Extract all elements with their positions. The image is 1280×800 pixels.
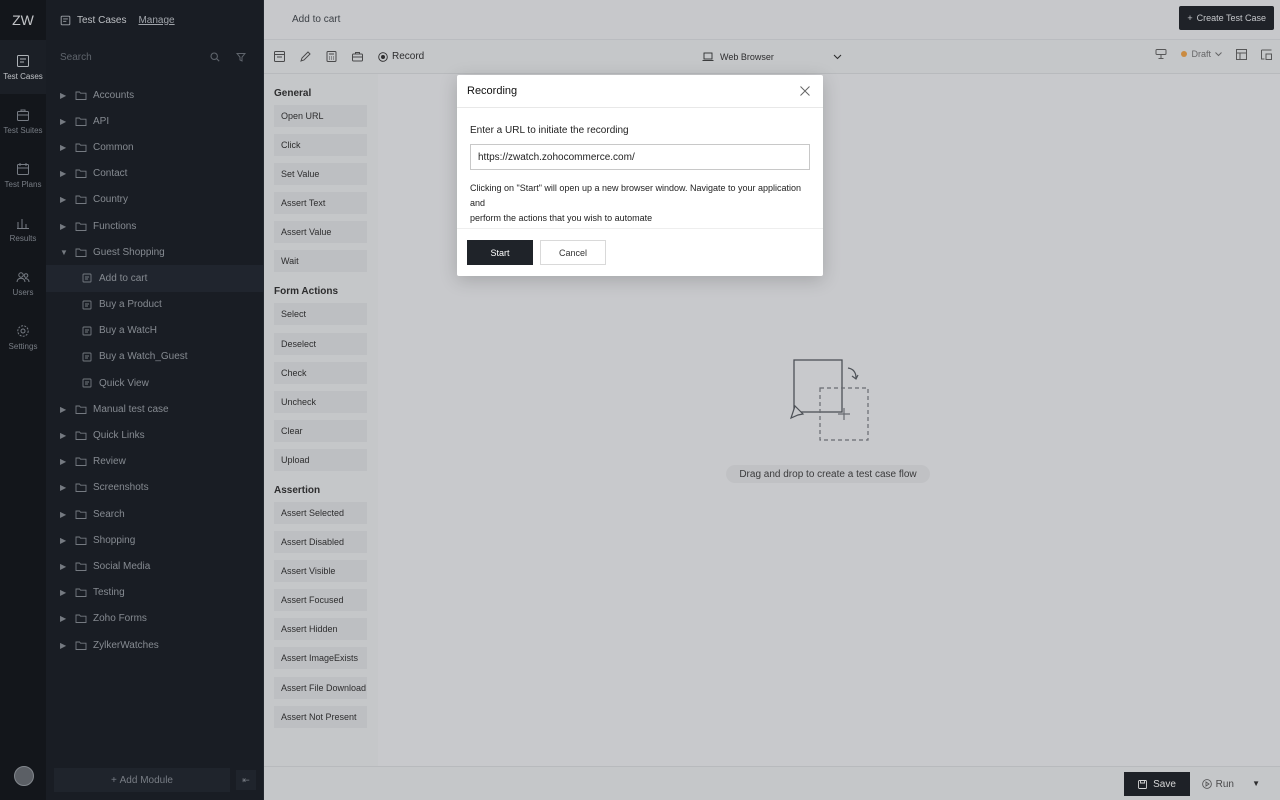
recording-dialog: Recording Enter a URL to initiate the re… bbox=[457, 75, 823, 276]
help-line: perform the actions that you wish to aut… bbox=[470, 213, 653, 223]
dialog-header: Recording bbox=[457, 75, 823, 108]
close-icon[interactable] bbox=[799, 85, 811, 97]
dialog-body: Enter a URL to initiate the recording Cl… bbox=[457, 125, 823, 226]
url-label: Enter a URL to initiate the recording bbox=[470, 125, 629, 136]
dialog-title: Recording bbox=[467, 85, 518, 97]
cancel-button[interactable]: Cancel bbox=[540, 240, 606, 265]
start-button[interactable]: Start bbox=[467, 240, 533, 265]
dialog-footer: Start Cancel bbox=[457, 228, 823, 276]
url-field[interactable] bbox=[470, 144, 810, 170]
help-line: Clicking on "Start" will open up a new b… bbox=[470, 183, 802, 208]
recording-help-text: Clicking on "Start" will open up a new b… bbox=[470, 181, 810, 226]
